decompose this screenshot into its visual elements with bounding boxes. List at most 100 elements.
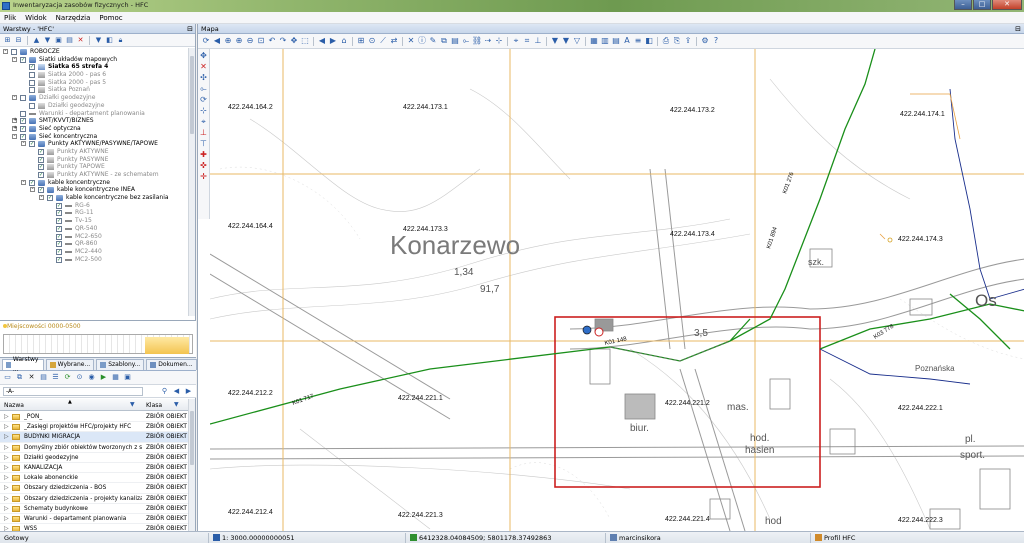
clear-selection-icon[interactable]: ✕ xyxy=(406,36,416,46)
next-view-icon[interactable]: ▶ xyxy=(328,36,338,46)
edit-area-icon[interactable]: ✛ xyxy=(199,172,208,181)
catalog-row[interactable]: ▷ _PON_ ZBIÓR OBIEKT xyxy=(0,412,188,423)
catalog-row[interactable]: ▷ _Zasięgi projektów HFC/projekty HFC ZBIÓ… xyxy=(0,422,188,433)
menu-narzedzia[interactable]: Narzędzia xyxy=(56,14,91,22)
select-line-icon[interactable]: ⟋ xyxy=(378,36,388,46)
layer-row[interactable]: ✓ Tv-15 xyxy=(0,217,188,225)
expand-icon[interactable]: ▷ xyxy=(4,432,9,442)
layer-visibility-checkbox[interactable]: ✓ xyxy=(20,125,26,132)
filter-class-icon[interactable]: ▼ xyxy=(174,401,179,408)
layer-style-icon[interactable]: ◧ xyxy=(105,36,114,45)
layer-visibility-checkbox[interactable]: ✓ xyxy=(56,241,62,248)
remove-layer-icon[interactable]: ✕ xyxy=(76,36,85,45)
lock-icon[interactable]: 🔒︎ xyxy=(116,36,125,45)
layer-row[interactable]: + ✓ SMT/KVVT/BIZNES xyxy=(0,117,188,125)
minimize-button[interactable]: – xyxy=(954,0,972,10)
catalog-row[interactable]: ▷ BUDYNKI MIGRACJA ZBIÓR OBIEKT xyxy=(0,432,188,443)
layer-visibility-checkbox[interactable]: ✓ xyxy=(20,118,26,125)
layer-visibility-checkbox[interactable]: ✓ xyxy=(38,172,44,178)
new-icon[interactable]: ▭ xyxy=(3,373,12,382)
layer-row[interactable]: ✓ RG-11 xyxy=(0,209,188,217)
expand-all-icon[interactable]: ⊞ xyxy=(3,36,12,45)
layer-visibility-checkbox[interactable]: ✓ xyxy=(56,248,62,255)
move-icon[interactable]: ✣ xyxy=(199,73,208,82)
report-icon[interactable]: ▤ xyxy=(611,36,621,46)
expand-icon[interactable]: ▷ xyxy=(4,443,9,453)
filter-icon[interactable]: ▼ xyxy=(94,36,103,45)
catalog-row[interactable]: ▷ Obszary dziedziczenia - projekty kanali… xyxy=(0,494,188,504)
layer-visibility-checkbox[interactable] xyxy=(29,72,35,79)
filter-clear-icon[interactable]: ▽ xyxy=(572,36,582,46)
legend-icon[interactable]: ≡ xyxy=(633,36,643,46)
layer-visibility-checkbox[interactable]: ✓ xyxy=(56,202,62,209)
layer-visibility-checkbox[interactable]: ✓ xyxy=(56,225,62,232)
snap-edge-icon[interactable]: ⊥ xyxy=(533,36,543,46)
back-icon[interactable]: ◀ xyxy=(172,387,181,396)
layer-row[interactable]: + ✓ Sieć optyczna xyxy=(0,125,188,133)
menu-widok[interactable]: Widok xyxy=(25,14,47,22)
col-name-header[interactable]: Nazwa xyxy=(4,402,24,409)
filter-name-icon[interactable]: ▼ xyxy=(130,401,135,408)
select-area-icon[interactable]: ⊞ xyxy=(356,36,366,46)
layer-visibility-checkbox[interactable]: ✓ xyxy=(29,179,35,186)
layer-visibility-checkbox[interactable]: ✓ xyxy=(56,233,62,240)
zoom-extent-icon[interactable]: ⊕ xyxy=(223,36,233,46)
open-icon[interactable]: ▤ xyxy=(39,373,48,382)
measure-icon[interactable]: ⟜ xyxy=(199,84,208,93)
expand-icon[interactable]: ▷ xyxy=(4,473,9,483)
layer-row[interactable]: Działki geodezyjne xyxy=(0,102,188,110)
expand-icon[interactable]: + xyxy=(12,125,17,131)
layer-visibility-checkbox[interactable]: ✓ xyxy=(29,141,35,148)
pan-icon[interactable]: ✥ xyxy=(289,36,299,46)
layer-row[interactable]: - ✓ kable koncentryczne bez zasilania xyxy=(0,194,188,202)
pin-icon[interactable]: ⊟ xyxy=(1015,24,1021,34)
measure-icon[interactable]: ⟜ xyxy=(461,36,471,46)
info-icon[interactable]: ⓘ xyxy=(417,36,427,46)
locality-histogram[interactable]: Miejscowości 0000-0500 xyxy=(0,320,196,358)
expand-icon[interactable]: ▷ xyxy=(4,453,9,463)
snap-vertex-icon[interactable]: ⌗ xyxy=(522,36,532,46)
layer-row[interactable]: Siatka Poznań xyxy=(0,86,188,94)
layer-row[interactable]: ✓ Punkty AKTYWNE - ze schematem xyxy=(0,171,188,179)
add-layer-icon[interactable]: ▣ xyxy=(54,36,63,45)
help-icon[interactable]: ? xyxy=(711,36,721,46)
layer-row[interactable]: ✓ MC2-650 xyxy=(0,233,188,241)
layer-visibility-checkbox[interactable] xyxy=(29,87,35,94)
edit-icon[interactable]: ✎ xyxy=(428,36,438,46)
settings-icon[interactable]: ⚙ xyxy=(700,36,710,46)
layer-row[interactable]: Warunki - departament planowania xyxy=(0,110,188,118)
layer-row[interactable]: - ✓ kable koncentryczne xyxy=(0,179,188,187)
link-icon[interactable]: ⛓ xyxy=(472,36,482,46)
layer-visibility-checkbox[interactable]: ✓ xyxy=(38,148,44,155)
layer-visibility-checkbox[interactable]: ✓ xyxy=(56,210,62,217)
export-icon[interactable]: ⇪ xyxy=(683,36,693,46)
catalog-row[interactable]: ▷ Lokale abonenckie ZBIÓR OBIEKT xyxy=(0,473,188,484)
label-icon[interactable]: A xyxy=(622,36,632,46)
grid-icon[interactable]: ▦ xyxy=(111,373,120,382)
list-icon[interactable]: ☰ xyxy=(51,373,60,382)
catalog-row[interactable]: ▷ Działki geodezyjne ZBIÓR OBIEKT xyxy=(0,453,188,463)
layer-visibility-checkbox[interactable]: ✓ xyxy=(20,133,26,140)
catalog-row[interactable]: ▷ Domyślny zbiór obiektów tworzonych z sz… xyxy=(0,443,188,453)
edit-point-icon[interactable]: ✚ xyxy=(199,150,208,159)
refresh-icon[interactable]: ⟳ xyxy=(63,373,72,382)
copy-feature-icon[interactable]: ⧉ xyxy=(439,36,449,46)
layer-visibility-checkbox[interactable]: ✓ xyxy=(38,156,44,163)
prev-view-icon[interactable]: ◀ xyxy=(317,36,327,46)
layer-visibility-checkbox[interactable]: ✓ xyxy=(56,218,62,225)
collapse-icon[interactable]: - xyxy=(12,133,17,139)
snap-icon[interactable]: ⊹ xyxy=(199,106,208,115)
catalog-row[interactable]: ▷ Obszary dziedziczenia - BOS ZBIÓR OBIEKT xyxy=(0,483,188,494)
layer-visibility-checkbox[interactable] xyxy=(29,102,35,109)
layer-visibility-checkbox[interactable] xyxy=(29,79,35,86)
layer-visibility-checkbox[interactable]: ✓ xyxy=(38,164,44,171)
paste-feature-icon[interactable]: ▤ xyxy=(450,36,460,46)
invert-icon[interactable]: ⇄ xyxy=(389,36,399,46)
layer-row[interactable]: - ✓ kable koncentryczne INEA xyxy=(0,186,188,194)
chart-icon[interactable]: ▥ xyxy=(600,36,610,46)
expand-icon[interactable]: ▷ xyxy=(4,514,9,524)
node-icon[interactable]: ⊹ xyxy=(494,36,504,46)
layer-visibility-checkbox[interactable]: ✓ xyxy=(38,187,44,194)
layer-row[interactable]: - ✓ Siatki układów mapowych xyxy=(0,56,188,64)
layer-visibility-checkbox[interactable] xyxy=(11,49,17,55)
